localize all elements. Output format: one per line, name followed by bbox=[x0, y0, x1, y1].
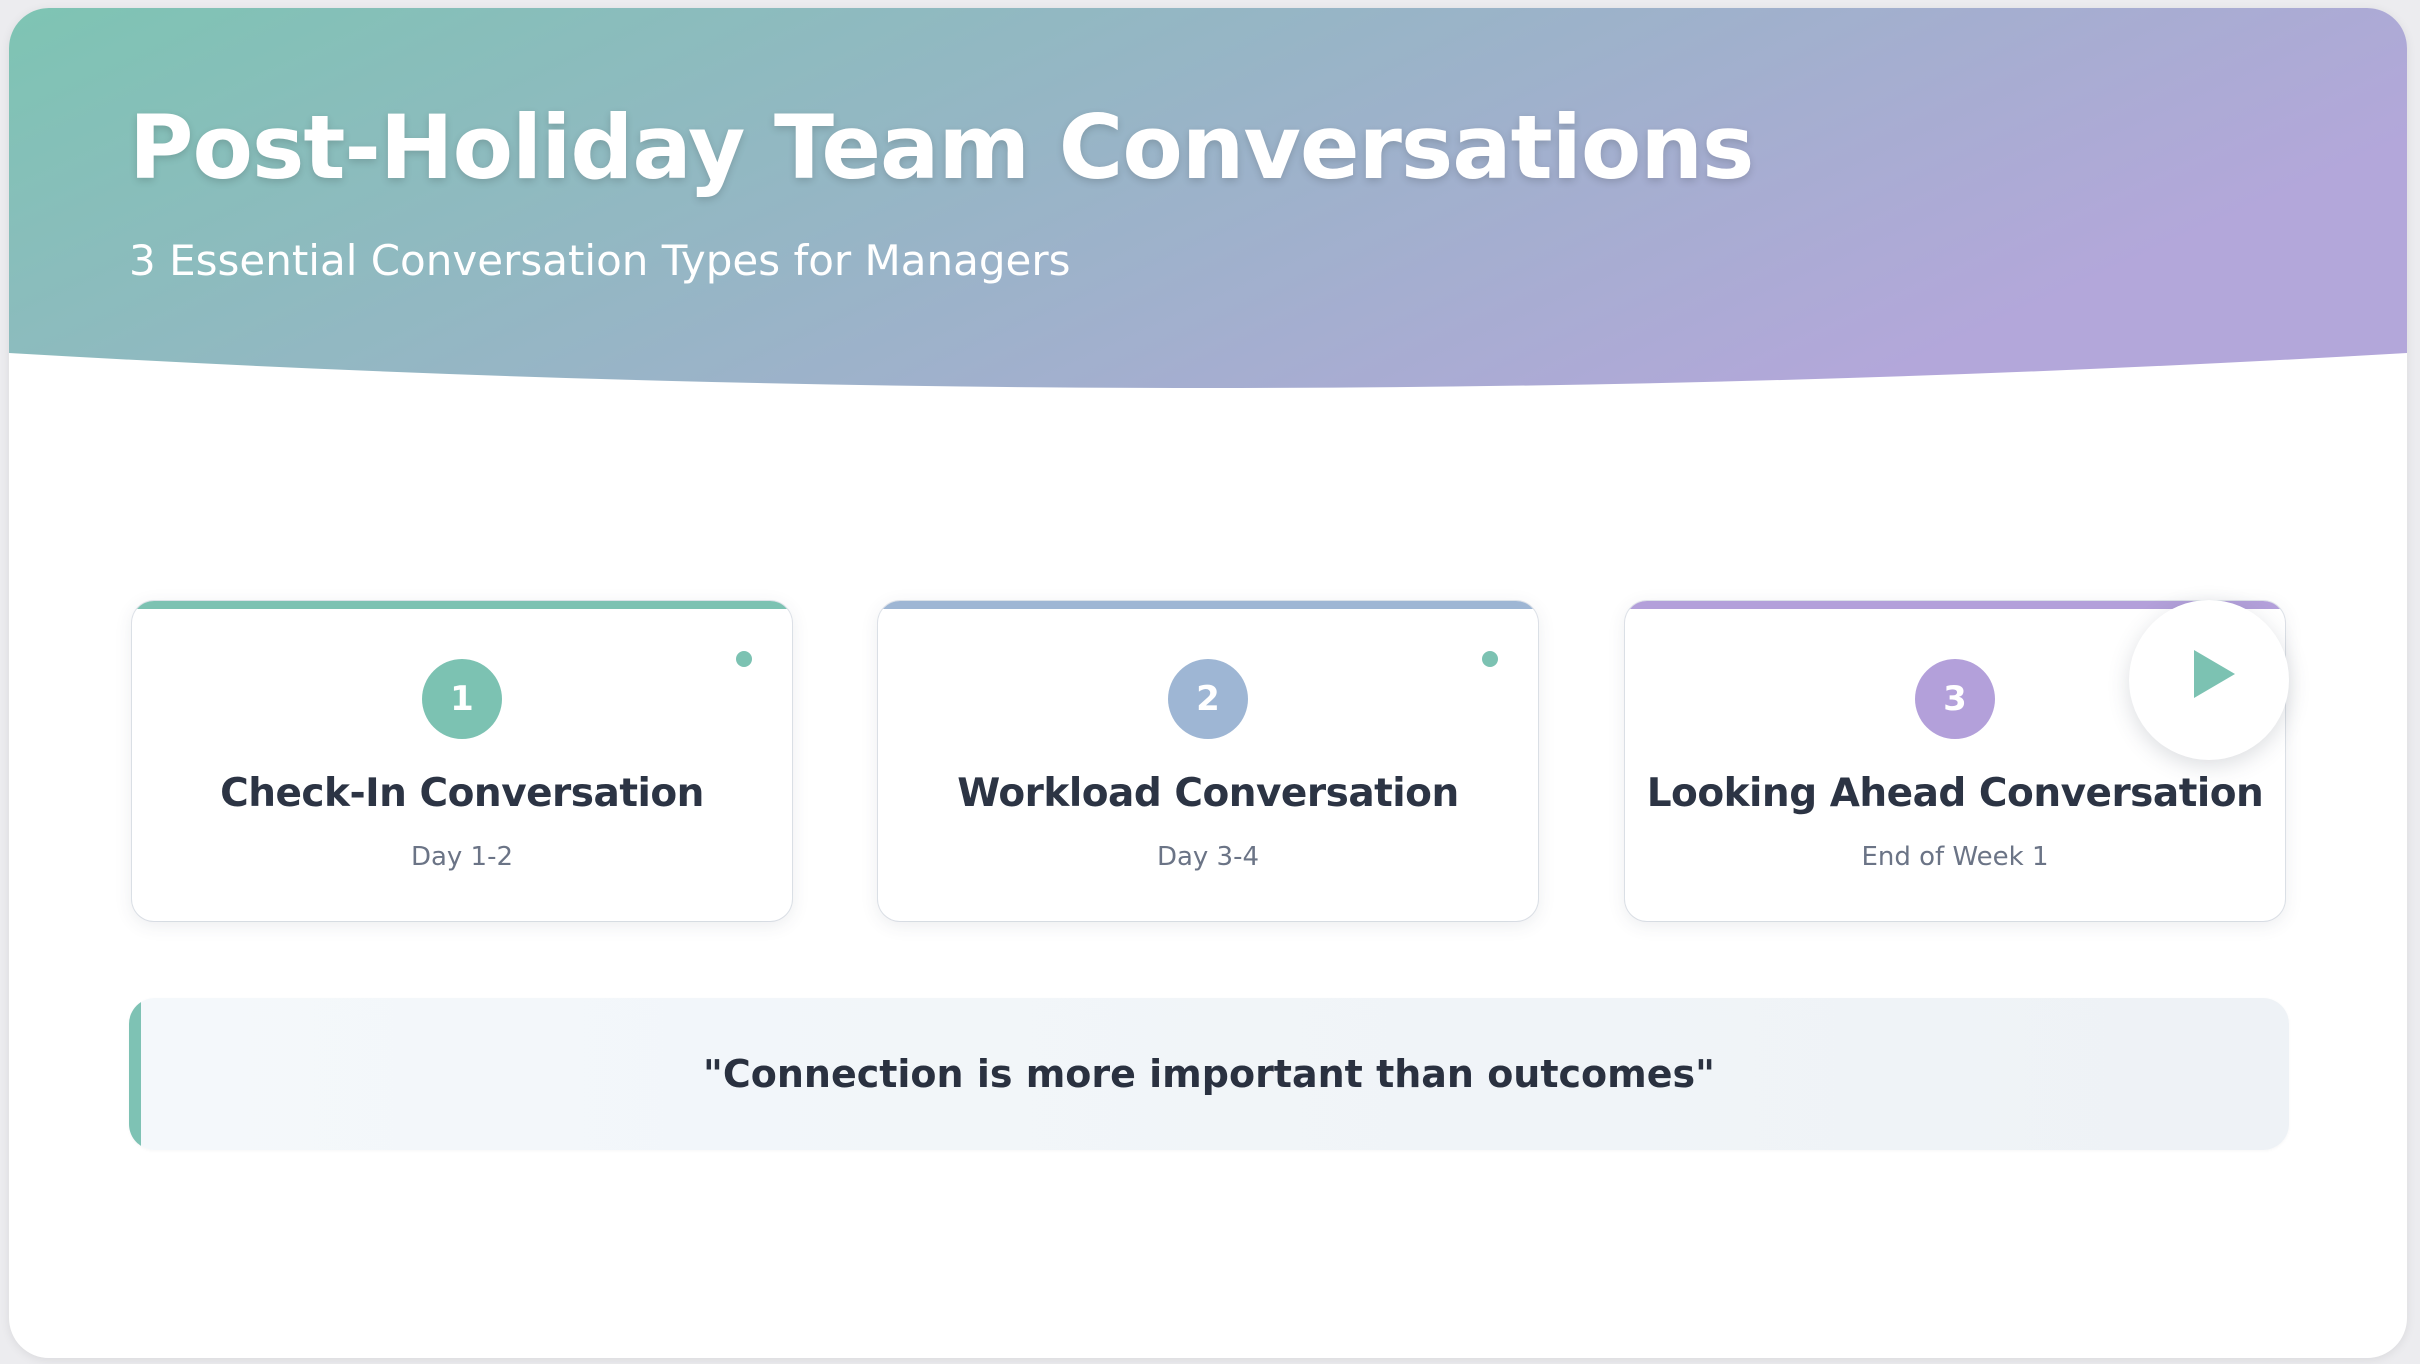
card-timing: Day 1-2 bbox=[410, 842, 514, 872]
quote-callout: "Connection is more important than outco… bbox=[129, 998, 2289, 1150]
page-title: Post-Holiday Team Conversations bbox=[129, 96, 1754, 199]
step-number-badge: 1 bbox=[422, 659, 502, 739]
card-title: Workload Conversation bbox=[957, 771, 1459, 816]
card-check-in[interactable]: 1 Check-In Conversation Day 1-2 bbox=[132, 601, 792, 921]
card-accent-bar bbox=[132, 601, 792, 609]
card-title: Check-In Conversation bbox=[220, 771, 704, 816]
card-workload[interactable]: 2 Workload Conversation Day 3-4 bbox=[878, 601, 1538, 921]
page-subtitle: 3 Essential Conversation Types for Manag… bbox=[129, 236, 1071, 285]
play-icon bbox=[2194, 650, 2235, 698]
slide: Post-Holiday Team Conversations 3 Essent… bbox=[9, 8, 2407, 1358]
status-dot bbox=[736, 651, 752, 667]
status-dot bbox=[1482, 651, 1498, 667]
step-number-badge: 3 bbox=[1915, 659, 1995, 739]
quote-text: "Connection is more important than outco… bbox=[703, 1052, 1715, 1096]
play-button[interactable] bbox=[2129, 600, 2289, 760]
header-banner: Post-Holiday Team Conversations 3 Essent… bbox=[9, 8, 2407, 388]
step-number-badge: 2 bbox=[1168, 659, 1248, 739]
card-accent-bar bbox=[878, 601, 1538, 609]
card-title: Looking Ahead Conversation bbox=[1646, 771, 2264, 816]
card-timing: End of Week 1 bbox=[1861, 842, 2049, 872]
card-timing: Day 3-4 bbox=[1156, 842, 1260, 872]
